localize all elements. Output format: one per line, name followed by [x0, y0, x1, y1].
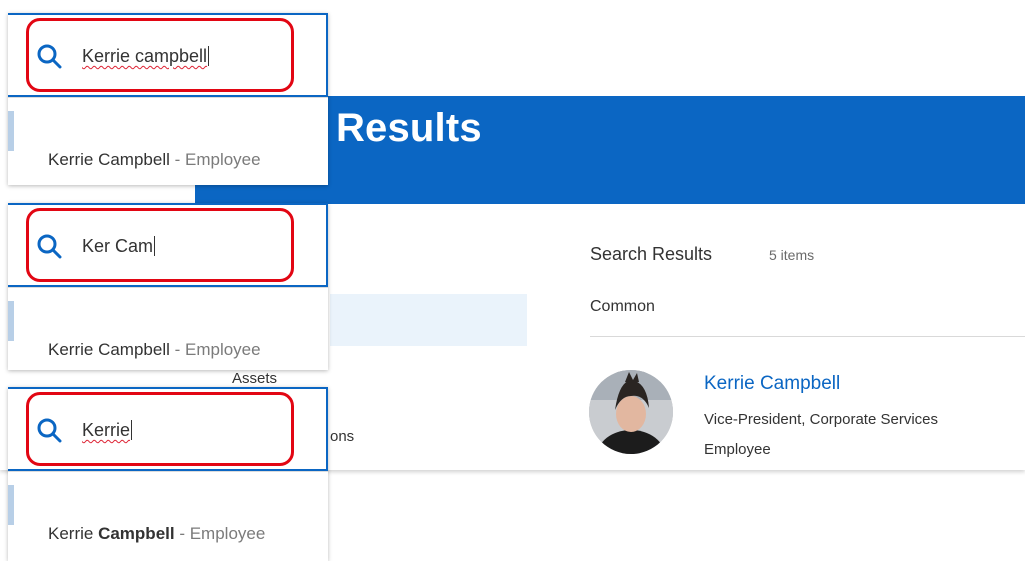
search-suggestion[interactable]: Kerrie Campbell - Employee: [48, 150, 261, 170]
suggestion-type: - Employee: [169, 150, 261, 169]
suggestion-name: Kerrie: [48, 524, 99, 543]
suggestion-type: - Employee: [169, 340, 261, 359]
suggestion-name: Kerrie Campbell: [48, 340, 170, 359]
search-suggestion[interactable]: Kerrie Campbell - Employee: [48, 340, 261, 360]
search-panel-1: Kerrie campbell Kerrie Campbell - Employ…: [8, 13, 328, 185]
search-input[interactable]: Kerrie: [82, 420, 133, 441]
text-caret: [154, 236, 156, 256]
result-person-title: Vice-President, Corporate Services: [704, 411, 938, 428]
result-accent: [8, 485, 14, 525]
person-photo: [589, 370, 673, 454]
suggestion-name: Kerrie Campbell: [48, 150, 170, 169]
results-count: 5 items: [769, 247, 815, 263]
result-person-name[interactable]: Kerrie Campbell: [704, 373, 840, 395]
search-input[interactable]: Ker Cam: [82, 236, 156, 257]
search-input[interactable]: Kerrie campbell: [82, 46, 210, 67]
search-query: Ker Cam: [82, 236, 154, 256]
text-caret: [131, 420, 133, 440]
highlight-annotation: [26, 392, 294, 466]
search-query: Kerrie campbell: [82, 46, 208, 66]
results-heading: Search Results: [590, 244, 713, 264]
facet-selected-row[interactable]: [330, 294, 527, 346]
search-panel-2: Ker Cam Kerrie Campbell - Employee: [8, 203, 328, 370]
text-caret: [208, 46, 210, 66]
search-icon[interactable]: [36, 233, 62, 259]
suggestion-name-match: Campbell: [98, 524, 175, 543]
facet-ons[interactable]: ons: [330, 428, 354, 445]
search-query: Kerrie: [82, 420, 131, 440]
result-person-type: Employee: [704, 441, 771, 458]
divider: [590, 336, 1025, 337]
divider: [8, 471, 328, 472]
divider: [8, 97, 328, 98]
facet-assets[interactable]: Assets: [232, 370, 277, 387]
result-accent: [8, 301, 14, 341]
results-section-common: Common: [590, 298, 655, 315]
suggestion-type: - Employee: [174, 524, 266, 543]
search-panel-3: Kerrie Kerrie Campbell - Employee: [8, 387, 328, 561]
search-suggestion[interactable]: Kerrie Campbell - Employee: [48, 524, 265, 544]
search-icon[interactable]: [36, 43, 62, 69]
divider: [8, 287, 328, 288]
result-accent: [8, 111, 14, 151]
avatar[interactable]: [589, 370, 673, 454]
highlight-annotation: [26, 208, 294, 282]
search-icon[interactable]: [36, 417, 62, 443]
